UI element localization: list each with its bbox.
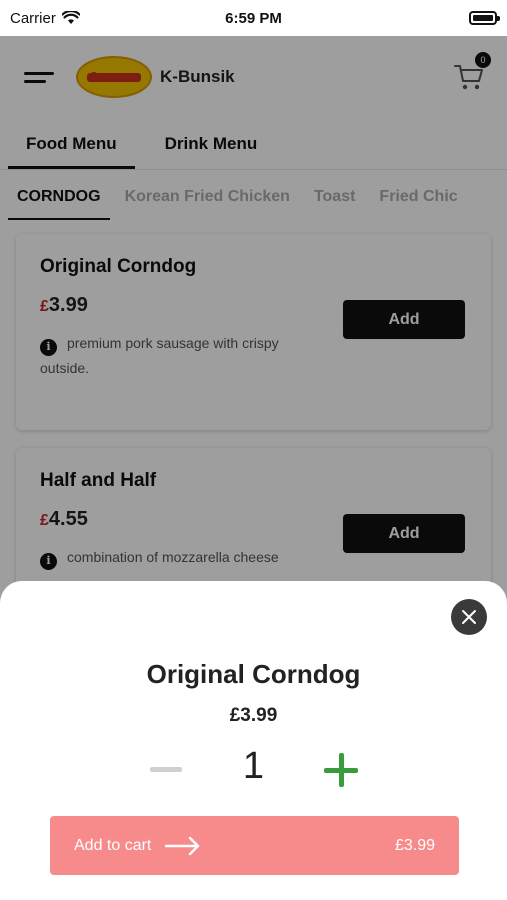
battery-icon [469, 11, 500, 25]
quantity-stepper: 1 [0, 741, 507, 797]
close-icon [462, 610, 476, 624]
close-button[interactable] [451, 599, 487, 635]
arrow-right-icon [165, 836, 200, 855]
sheet-item-price: £3.99 [229, 705, 278, 726]
increase-quantity-button[interactable] [324, 753, 358, 787]
status-bar: Carrier 6:59 PM [0, 0, 507, 36]
wifi-icon [61, 11, 80, 24]
carrier-label: Carrier [10, 9, 56, 27]
add-to-cart-button[interactable]: Add to cart £3.99 [50, 816, 459, 875]
quantity-value: 1 [242, 745, 265, 787]
add-to-cart-total: £3.99 [394, 836, 435, 854]
add-to-cart-label: Add to cart [74, 836, 152, 854]
sheet-item-title: Original Corndog [146, 659, 361, 689]
add-to-cart-sheet: Original Corndog £3.99 1 Add to cart £3.… [0, 581, 507, 900]
